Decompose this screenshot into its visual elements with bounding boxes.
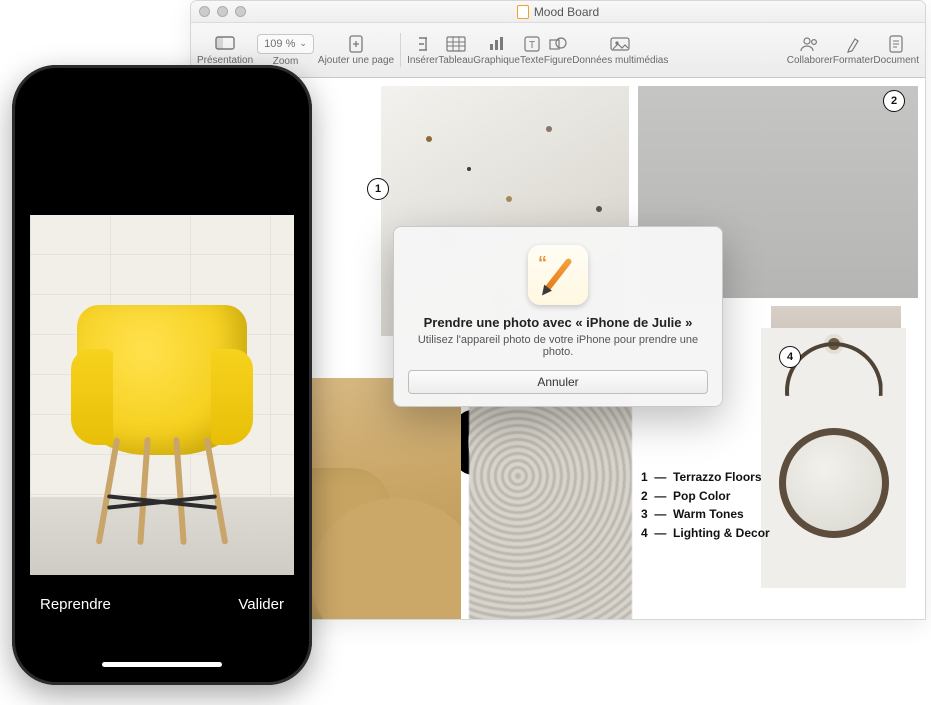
tool-document[interactable]: Document (873, 35, 919, 66)
chart-icon (486, 35, 508, 53)
tool-media[interactable]: Données multimédias (572, 35, 668, 66)
tool-table[interactable]: Tableau (438, 35, 473, 66)
toolbar-separator (400, 33, 401, 67)
text-icon: T (521, 35, 543, 53)
iphone-screen: Reprendre Valider (22, 75, 302, 675)
camera-bottom-bar: Reprendre Valider (22, 555, 302, 675)
toolbar: Présentation 109 % ⌄ Zoom Ajouter une pa… (191, 23, 925, 78)
legend-row: 2 — Pop Color (641, 487, 821, 506)
chevron-down-icon: ⌄ (299, 38, 307, 49)
tool-format[interactable]: Formater (833, 35, 874, 66)
zoom-window-dot[interactable] (235, 6, 246, 17)
tool-text[interactable]: T Texte (520, 35, 544, 66)
tool-shape[interactable]: Figure (544, 35, 572, 66)
format-icon (842, 35, 864, 53)
svg-text:T: T (529, 40, 535, 51)
table-icon (445, 35, 467, 53)
tool-chart[interactable]: Graphique (473, 35, 520, 66)
chair-photo (67, 285, 257, 545)
minimize-window-dot[interactable] (217, 6, 228, 17)
legend-row: 4 — Lighting & Decor (641, 524, 821, 543)
image-rug[interactable] (469, 378, 632, 619)
camera-viewfinder (30, 215, 294, 575)
legend-row: 1 — Terrazzo Floors (641, 468, 821, 487)
pages-app-icon: “ (528, 245, 588, 305)
document-tool-icon (885, 35, 907, 53)
badge-2[interactable]: 2 (883, 90, 905, 112)
legend[interactable]: 1 — Terrazzo Floors 2 — Pop Color 3 — Wa… (641, 468, 821, 542)
insert-icon (412, 35, 434, 53)
window-controls (199, 6, 246, 17)
tool-collaborate[interactable]: Collaborer (787, 35, 833, 66)
shape-icon (547, 35, 569, 53)
close-window-dot[interactable] (199, 6, 210, 17)
sheet-title: Prendre une photo avec « iPhone de Julie… (408, 315, 708, 330)
presentation-icon (214, 35, 236, 53)
image-mirror[interactable] (761, 328, 906, 588)
titlebar: Mood Board (191, 1, 925, 23)
legend-row: 3 — Warm Tones (641, 505, 821, 524)
add-page-icon (345, 35, 367, 53)
sheet-subtitle: Utilisez l'appareil photo de votre iPhon… (408, 334, 708, 358)
window-title: Mood Board (191, 5, 925, 19)
window-title-text: Mood Board (534, 5, 599, 19)
cancel-button[interactable]: Annuler (408, 370, 708, 394)
document-icon (517, 5, 529, 19)
collaborate-icon (799, 35, 821, 53)
retake-button[interactable]: Reprendre (40, 596, 111, 613)
iphone-device: Reprendre Valider (12, 65, 312, 685)
tool-add-page[interactable]: Ajouter une page (318, 35, 394, 66)
media-icon (609, 35, 631, 53)
tool-insert[interactable]: Insérer (407, 35, 438, 66)
use-photo-button[interactable]: Valider (238, 596, 284, 613)
badge-1[interactable]: 1 (367, 178, 389, 200)
home-indicator[interactable] (102, 662, 222, 667)
continuity-camera-sheet: “ Prendre une photo avec « iPhone de Jul… (393, 226, 723, 407)
iphone-notch (92, 75, 232, 101)
tool-presentation[interactable]: Présentation (197, 35, 253, 66)
badge-4[interactable]: 4 (779, 346, 801, 368)
tool-zoom[interactable]: 109 % ⌄ Zoom (253, 34, 318, 67)
